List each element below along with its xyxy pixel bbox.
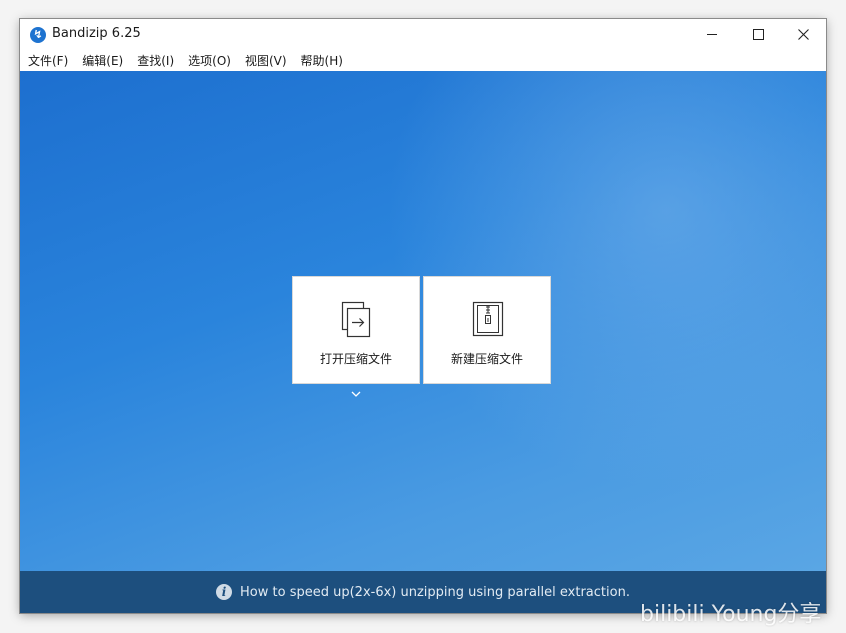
menu-bar: 文件(F) 编辑(E) 查找(I) 选项(O) 视图(V) 帮助(H) bbox=[20, 50, 826, 71]
main-content: 打开压缩文件 新建压缩文件 bbox=[20, 71, 826, 571]
new-archive-label: 新建压缩文件 bbox=[450, 352, 523, 366]
menu-find[interactable]: 查找(I) bbox=[137, 52, 174, 69]
watermark: bilibili Young分享 bbox=[640, 602, 822, 627]
bandizip-logo-icon: ↯ bbox=[30, 27, 46, 43]
open-archive-button[interactable]: 打开压缩文件 bbox=[292, 276, 420, 384]
title-bar[interactable]: ↯ Bandizip 6.25 bbox=[20, 19, 826, 50]
status-tip-link[interactable]: How to speed up(2x-6x) unzipping using p… bbox=[240, 585, 630, 600]
menu-edit[interactable]: 编辑(E) bbox=[82, 52, 123, 69]
menu-help[interactable]: 帮助(H) bbox=[301, 52, 343, 69]
chevron-down-icon[interactable] bbox=[350, 389, 362, 399]
close-button[interactable] bbox=[780, 19, 826, 50]
menu-options[interactable]: 选项(O) bbox=[188, 52, 231, 69]
menu-file[interactable]: 文件(F) bbox=[28, 52, 68, 69]
minimize-button[interactable] bbox=[689, 19, 735, 50]
new-archive-button[interactable]: 新建压缩文件 bbox=[423, 276, 551, 384]
maximize-button[interactable] bbox=[735, 19, 781, 50]
open-archive-icon bbox=[341, 301, 371, 338]
info-icon: i bbox=[216, 584, 233, 600]
app-window: ↯ Bandizip 6.25 文件(F) 编辑(E) 查找(I) 选项(O) … bbox=[20, 19, 826, 613]
maximize-icon bbox=[752, 29, 764, 40]
open-archive-label: 打开压缩文件 bbox=[319, 352, 392, 366]
new-archive-icon bbox=[472, 301, 504, 337]
desktop: ↯ Bandizip 6.25 文件(F) 编辑(E) 查找(I) 选项(O) … bbox=[0, 0, 846, 633]
minimize-icon bbox=[707, 34, 717, 35]
window-title: Bandizip 6.25 bbox=[52, 26, 141, 41]
menu-view[interactable]: 视图(V) bbox=[245, 52, 287, 69]
close-icon bbox=[797, 29, 809, 40]
